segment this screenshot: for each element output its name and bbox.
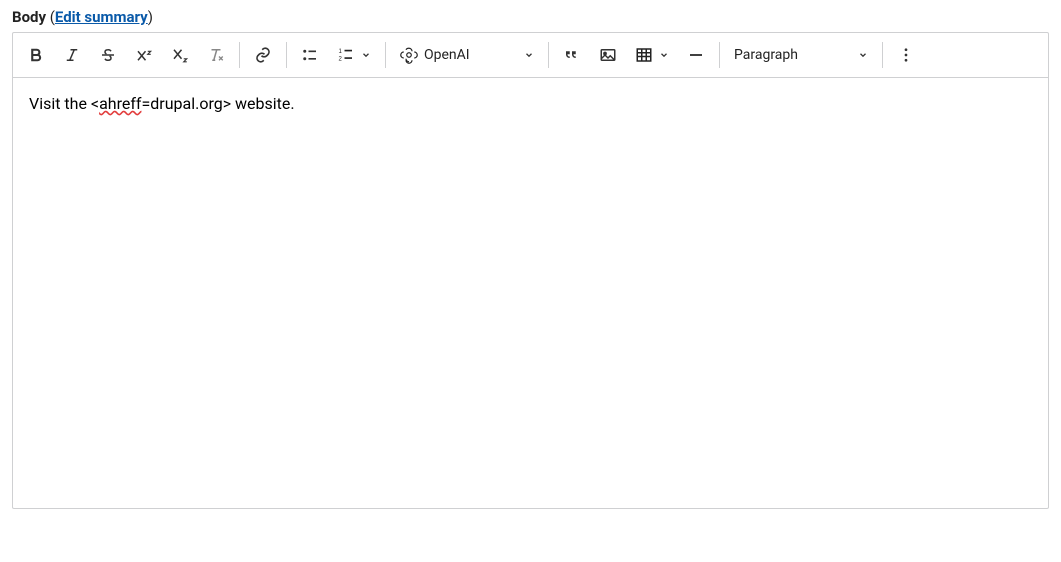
editor-body[interactable]: Visit the <ahreff=drupal.org> website.: [13, 78, 1048, 508]
image-button[interactable]: [591, 37, 625, 73]
chevron-down-icon: [659, 50, 669, 60]
link-button[interactable]: [246, 37, 280, 73]
toolbar-separator: [882, 42, 883, 68]
subscript-button[interactable]: [163, 37, 197, 73]
bulleted-list-button[interactable]: [293, 37, 327, 73]
chevron-down-icon: [524, 50, 534, 60]
more-options-icon: [897, 46, 915, 64]
bulleted-list-icon: [301, 46, 319, 64]
table-icon: [635, 46, 653, 64]
link-icon: [254, 46, 272, 64]
paragraph-format-dropdown[interactable]: Paragraph: [726, 37, 876, 73]
toolbar-separator: [286, 42, 287, 68]
blockquote-button[interactable]: [555, 37, 589, 73]
content-paragraph[interactable]: Visit the <ahreff=drupal.org> website.: [29, 92, 1032, 116]
horizontal-line-button[interactable]: [679, 37, 713, 73]
remove-format-icon: [206, 46, 226, 64]
image-icon: [599, 46, 617, 64]
content-text-prefix: Visit the <: [29, 94, 99, 113]
edit-summary-link[interactable]: Edit summary: [55, 8, 148, 26]
subscript-icon: [170, 46, 190, 64]
numbered-list-dropdown[interactable]: 12: [329, 37, 379, 73]
editor-toolbar: 12 OpenAI: [13, 33, 1048, 78]
bold-button[interactable]: [19, 37, 53, 73]
field-label: Body (Edit summary): [12, 8, 1049, 26]
svg-text:2: 2: [339, 56, 343, 62]
toolbar-separator: [719, 42, 720, 68]
italic-button[interactable]: [55, 37, 89, 73]
svg-text:1: 1: [339, 49, 343, 55]
toolbar-separator: [239, 42, 240, 68]
paren-open: (: [46, 8, 55, 26]
superscript-icon: [134, 46, 154, 64]
paragraph-label: Paragraph: [734, 47, 798, 63]
paren-close: ): [148, 8, 153, 26]
spellcheck-error: ahreff: [99, 94, 141, 113]
toolbar-separator: [385, 42, 386, 68]
bold-icon: [27, 46, 45, 64]
openai-label: OpenAI: [424, 47, 470, 63]
editor-container: 12 OpenAI: [12, 32, 1049, 509]
table-dropdown[interactable]: [627, 37, 677, 73]
content-text-suffix: =drupal.org> website.: [141, 94, 294, 113]
italic-icon: [63, 46, 81, 64]
more-options-button[interactable]: [889, 37, 923, 73]
chevron-down-icon: [361, 50, 371, 60]
toolbar-separator: [548, 42, 549, 68]
openai-icon: [400, 46, 418, 64]
blockquote-icon: [563, 46, 581, 64]
superscript-button[interactable]: [127, 37, 161, 73]
openai-dropdown[interactable]: OpenAI: [392, 37, 542, 73]
remove-format-button[interactable]: [199, 37, 233, 73]
label-body-text: Body: [12, 8, 46, 26]
strikethrough-icon: [99, 46, 117, 64]
chevron-down-icon: [858, 50, 868, 60]
strikethrough-button[interactable]: [91, 37, 125, 73]
numbered-list-icon: 12: [337, 46, 355, 64]
horizontal-line-icon: [687, 46, 705, 64]
